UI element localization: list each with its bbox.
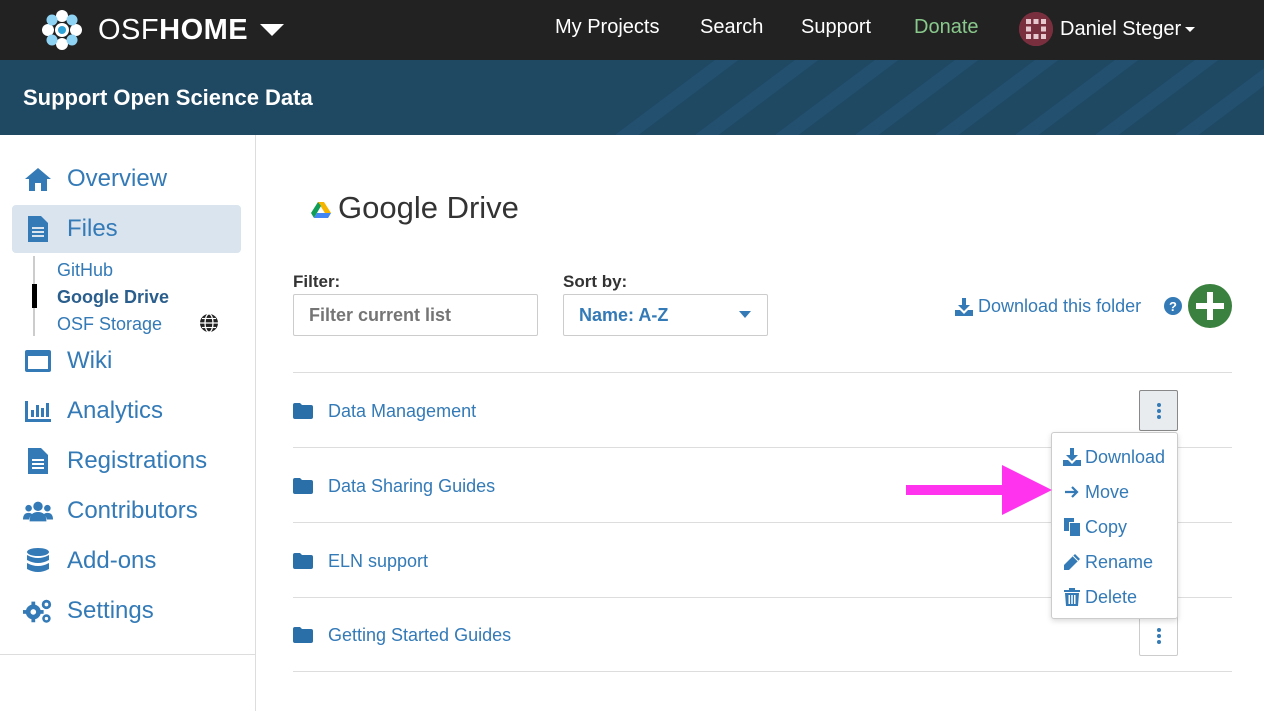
annotation-arrow-icon [906, 465, 1052, 515]
sidebar-item-add-ons[interactable]: Add-ons [23, 541, 156, 581]
sort-label: Sort by: [563, 272, 628, 291]
download-icon [955, 297, 973, 316]
brand-home-text: HOME [159, 13, 249, 46]
download-folder-label: Download this folder [978, 296, 1142, 316]
sidebar-item-label: Contributors [67, 497, 198, 524]
sidebar-item-label: Files [67, 215, 118, 242]
sidebar-item-wiki[interactable]: Wiki [23, 341, 112, 381]
menu-item-label: Delete [1085, 586, 1138, 607]
folder-icon [293, 403, 313, 419]
sidebar-item-label: Add-ons [67, 547, 157, 574]
sidebar-item-settings[interactable]: Settings [23, 591, 154, 631]
folder-icon [293, 478, 313, 494]
sidebar-item-files[interactable]: Files [23, 209, 118, 249]
table-row[interactable]: Getting Started Guides [293, 615, 511, 655]
download-icon [1062, 447, 1082, 467]
osf-home-brand[interactable]: OSF HOME [40, 8, 285, 52]
row-divider [293, 671, 1232, 672]
menu-item-rename[interactable]: Rename [1062, 549, 1153, 575]
chevron-down-icon[interactable] [260, 24, 285, 36]
nav-donate[interactable]: Donate [914, 16, 979, 39]
file-actions-menu: Download Move Copy Rename Delete [1051, 432, 1178, 619]
sidebar-item-overview[interactable]: Overview [23, 159, 167, 199]
bar-chart-icon [23, 396, 53, 426]
folder-name: Getting Started Guides [328, 624, 512, 645]
table-row[interactable]: ELN support [293, 541, 428, 581]
menu-item-move[interactable]: Move [1062, 479, 1129, 505]
brand-osf-text: OSF [98, 13, 160, 46]
menu-item-copy[interactable]: Copy [1062, 514, 1127, 540]
table-row[interactable]: Data Sharing Guides [293, 466, 495, 506]
menu-item-delete[interactable]: Delete [1062, 584, 1137, 610]
google-drive-icon [311, 202, 331, 218]
sidebar-item-analytics[interactable]: Analytics [23, 391, 163, 431]
nav-search[interactable]: Search [700, 16, 763, 39]
sidebar-item-label: Wiki [67, 347, 113, 374]
sidebar-item-registrations[interactable]: Registrations [23, 441, 207, 481]
folder-name: ELN support [328, 550, 429, 571]
home-icon [23, 164, 53, 194]
menu-item-label: Copy [1085, 516, 1128, 537]
provider-github[interactable]: GitHub [57, 260, 113, 281]
nav-my-projects[interactable]: My Projects [555, 16, 659, 39]
row-actions-button[interactable] [1139, 390, 1178, 431]
menu-item-label: Move [1085, 481, 1130, 502]
pencil-icon [1062, 552, 1082, 572]
user-menu[interactable]: Daniel Steger [1019, 12, 1196, 46]
sort-value: Name: A-Z [579, 304, 669, 325]
filter-label: Filter: [293, 272, 341, 291]
folder-name: Data Sharing Guides [328, 475, 496, 496]
help-icon[interactable]: ? [1164, 297, 1182, 315]
chevron-down-icon [1185, 26, 1196, 32]
sort-select[interactable]: Name: A-Z [563, 294, 768, 336]
window-icon [23, 346, 53, 376]
provider-osf-storage[interactable]: OSF Storage [57, 314, 162, 335]
menu-item-download[interactable]: Download [1062, 444, 1165, 470]
arrow-right-icon [1062, 482, 1082, 502]
osf-logo-icon [42, 10, 82, 50]
row-divider [293, 372, 1232, 373]
table-row[interactable]: Data Management [293, 391, 476, 431]
filter-input[interactable] [293, 294, 538, 336]
banner-pattern [615, 60, 1264, 135]
folder-icon [293, 627, 313, 643]
gears-icon [23, 596, 53, 626]
download-folder-button[interactable]: Download this folder [955, 296, 1141, 317]
copy-icon [1062, 517, 1082, 537]
folder-icon [293, 553, 313, 569]
chevron-down-icon [739, 311, 751, 318]
project-banner: Support Open Science Data [0, 60, 1264, 135]
project-title[interactable]: Support Open Science Data [23, 85, 313, 111]
avatar [1019, 12, 1053, 46]
provider-google-drive[interactable]: Google Drive [57, 287, 169, 308]
nav-support[interactable]: Support [801, 16, 871, 39]
sidebar-item-label: Settings [67, 597, 154, 624]
database-icon [23, 546, 53, 576]
page-title: Google Drive [338, 190, 519, 225]
sidebar-item-label: Analytics [67, 397, 164, 424]
user-name: Daniel Steger [1060, 17, 1182, 40]
subnav-active-marker [32, 284, 37, 308]
file-icon [23, 446, 53, 476]
menu-item-label: Download [1085, 446, 1166, 467]
row-actions-button[interactable] [1139, 615, 1178, 656]
menu-item-label: Rename [1085, 551, 1154, 572]
project-sidebar: Overview Files GitHub Google Drive OSF S… [0, 135, 256, 711]
sidebar-item-label: Registrations [67, 447, 208, 474]
sidebar-item-label: Overview [67, 165, 168, 192]
file-icon [23, 214, 53, 244]
folder-name: Data Management [328, 400, 477, 421]
top-navbar: OSF HOME My Projects Search Support Dona… [0, 0, 1264, 60]
globe-icon [200, 313, 218, 333]
users-icon [23, 496, 53, 526]
sidebar-divider [0, 654, 256, 655]
sidebar-item-contributors[interactable]: Contributors [23, 491, 198, 531]
trash-icon [1062, 587, 1082, 607]
add-file-button[interactable] [1188, 284, 1232, 328]
